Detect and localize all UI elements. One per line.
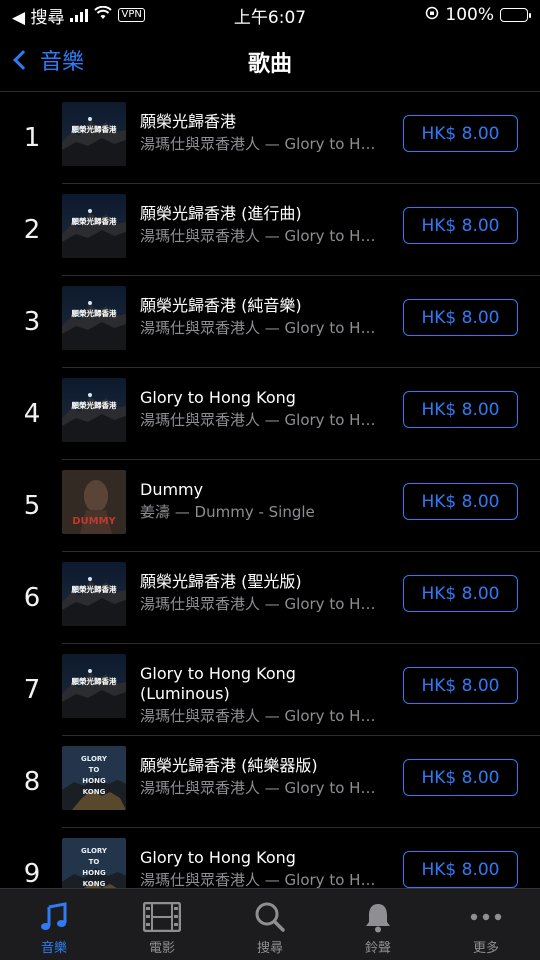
song-artist-album: 湯瑪仕與眾香港人 — Glory to Hong Kong [140, 871, 380, 889]
song-row[interactable]: 7 願榮光歸香港 Glory to Hong Kong (Luminous) 湯瑪仕與… [0, 644, 540, 736]
song-rank: 5 [23, 491, 41, 521]
song-artist-album: 湯瑪仕與眾香港人 — Glory to Hong Kong [140, 707, 380, 725]
song-title: 願榮光歸香港 (進行曲) [140, 204, 302, 223]
tab-label: 音樂 [40, 941, 67, 956]
tab-more[interactable]: 更多 [432, 889, 540, 960]
album-artwork[interactable]: GLORY TO HONG KONG [62, 746, 126, 810]
battery-icon [500, 8, 531, 22]
buy-price-button[interactable]: HK$ 8.00 [403, 667, 518, 704]
song-rank: 1 [23, 123, 41, 153]
song-row[interactable]: 2 願榮光歸香港 願榮光歸香港 (進行曲) 湯瑪仕與眾香港人 — Glory to H… [0, 184, 540, 276]
tab-ringtones[interactable]: 鈴聲 [324, 889, 432, 960]
back-to-search-link[interactable]: ◀ 搜尋 [12, 3, 64, 28]
song-rank: 8 [23, 767, 41, 797]
svg-text:願榮光歸香港: 願榮光歸香港 [71, 584, 117, 594]
svg-text:HONG: HONG [82, 869, 106, 877]
song-title: 願榮光歸香港 (純樂器版) [140, 756, 318, 775]
film-icon [143, 899, 181, 935]
album-artwork[interactable]: 願榮光歸香港 [62, 102, 126, 166]
song-rank: 2 [23, 215, 41, 245]
song-row[interactable]: 5 DUMMY Dummy 姜濤 — Dummy - Single HK$ 8.00 [0, 460, 540, 552]
song-title: 願榮光歸香港 (聖光版) [140, 572, 302, 591]
song-title: Glory to Hong Kong (Luminous) [140, 664, 296, 703]
tab-music[interactable]: 音樂 [0, 889, 108, 960]
buy-price-button[interactable]: HK$ 8.00 [403, 575, 518, 612]
svg-text:願榮光歸香港: 願榮光歸香港 [71, 124, 117, 134]
svg-text:TO: TO [89, 766, 100, 774]
buy-price-button[interactable]: HK$ 8.00 [403, 391, 518, 428]
svg-text:KONG: KONG [83, 880, 106, 888]
svg-text:TO: TO [89, 858, 100, 866]
song-title: 願榮光歸香港 [140, 112, 237, 131]
status-bar: ◀ 搜尋 VPN 上午6:07 100% [0, 0, 540, 30]
buy-price-button[interactable]: HK$ 8.00 [403, 851, 518, 888]
song-artist-album: 湯瑪仕與眾香港人 — Glory to Hong Kong [140, 595, 380, 613]
tab-label: 搜尋 [256, 941, 283, 956]
search-icon [254, 899, 286, 935]
buy-price-button[interactable]: HK$ 8.00 [403, 759, 518, 796]
song-title: Glory to Hong Kong [140, 848, 296, 867]
song-artist-album: 姜濤 — Dummy - Single [140, 503, 315, 521]
song-artist-album: 湯瑪仕與眾香港人 — Glory to Hong Kong [140, 319, 380, 337]
song-row[interactable]: 3 願榮光歸香港 願榮光歸香港 (純音樂) 湯瑪仕與眾香港人 — Glory to H… [0, 276, 540, 368]
song-rank: 6 [23, 583, 41, 613]
tab-bar: 音樂 電影 搜尋 鈴聲 更多 [0, 888, 540, 960]
song-title: Dummy [140, 480, 204, 499]
svg-text:HONG: HONG [82, 777, 106, 785]
svg-text:願榮光歸香港: 願榮光歸香港 [71, 676, 117, 686]
song-row[interactable]: 6 願榮光歸香港 願榮光歸香港 (聖光版) 湯瑪仕與眾香港人 — Glory to H… [0, 552, 540, 644]
svg-text:願榮光歸香港: 願榮光歸香港 [71, 400, 117, 410]
orientation-lock-icon [425, 5, 439, 25]
song-list: 1願榮光歸香港願榮光歸香港湯瑪仕與眾香港人 — Glory to Hong Ko… [0, 92, 540, 920]
album-artwork[interactable]: 願榮光歸香港 [62, 378, 126, 442]
tab-label: 鈴聲 [364, 941, 391, 956]
navigation-bar: 音樂 歌曲 [0, 30, 540, 92]
bell-icon [363, 899, 393, 935]
album-artwork[interactable]: 願榮光歸香港 [62, 562, 126, 626]
song-rank: 7 [23, 675, 41, 705]
more-icon [469, 899, 503, 935]
buy-price-button[interactable]: HK$ 8.00 [403, 483, 518, 520]
song-rank: 3 [23, 307, 41, 337]
song-title: 願榮光歸香港 (純音樂) [140, 296, 302, 315]
tab-movies[interactable]: 電影 [108, 889, 216, 960]
tab-label: 更多 [472, 941, 499, 956]
svg-text:DUMMY: DUMMY [72, 516, 116, 527]
album-artwork[interactable]: 願榮光歸香港 [62, 654, 126, 718]
song-artist-album: 湯瑪仕與眾香港人 — Glory to Hong Kong [140, 135, 380, 153]
svg-text:GLORY: GLORY [81, 755, 108, 763]
cellular-signal-icon [70, 8, 89, 22]
music-note-icon [38, 899, 70, 935]
album-artwork[interactable]: 願榮光歸香港 [62, 286, 126, 350]
svg-text:願榮光歸香港: 願榮光歸香港 [71, 308, 117, 318]
buy-price-button[interactable]: HK$ 8.00 [403, 299, 518, 336]
battery-percent: 100% [445, 5, 494, 25]
song-title: Glory to Hong Kong [140, 388, 296, 407]
tab-label: 電影 [148, 941, 175, 956]
album-artwork[interactable]: 願榮光歸香港 [62, 194, 126, 258]
tab-search[interactable]: 搜尋 [216, 889, 324, 960]
svg-text:GLORY: GLORY [81, 847, 108, 855]
song-row[interactable]: 1願榮光歸香港願榮光歸香港湯瑪仕與眾香港人 — Glory to Hong Ko… [0, 92, 540, 184]
buy-price-button[interactable]: HK$ 8.00 [403, 115, 518, 152]
song-artist-album: 湯瑪仕與眾香港人 — Glory to Hong Kong [140, 411, 380, 429]
song-row[interactable]: 8 GLORY TO HONG KONG 願榮光歸香港 (純樂器版) 湯瑪仕與眾香港人 — … [0, 736, 540, 828]
buy-price-button[interactable]: HK$ 8.00 [403, 207, 518, 244]
song-rank: 4 [23, 399, 41, 429]
svg-text:KONG: KONG [83, 788, 106, 796]
wifi-icon [94, 5, 113, 25]
svg-text:願榮光歸香港: 願榮光歸香港 [71, 216, 117, 226]
vpn-badge: VPN [118, 8, 145, 22]
song-row[interactable]: 4 願榮光歸香港 Glory to Hong Kong 湯瑪仕與眾香港人 — Glor… [0, 368, 540, 460]
album-artwork[interactable]: DUMMY [62, 470, 126, 534]
song-artist-album: 湯瑪仕與眾香港人 — Glory to Hong Kong [140, 779, 380, 797]
page-title: 歌曲 [247, 52, 292, 77]
song-artist-album: 湯瑪仕與眾香港人 — Glory to Hong Kong [140, 227, 380, 245]
